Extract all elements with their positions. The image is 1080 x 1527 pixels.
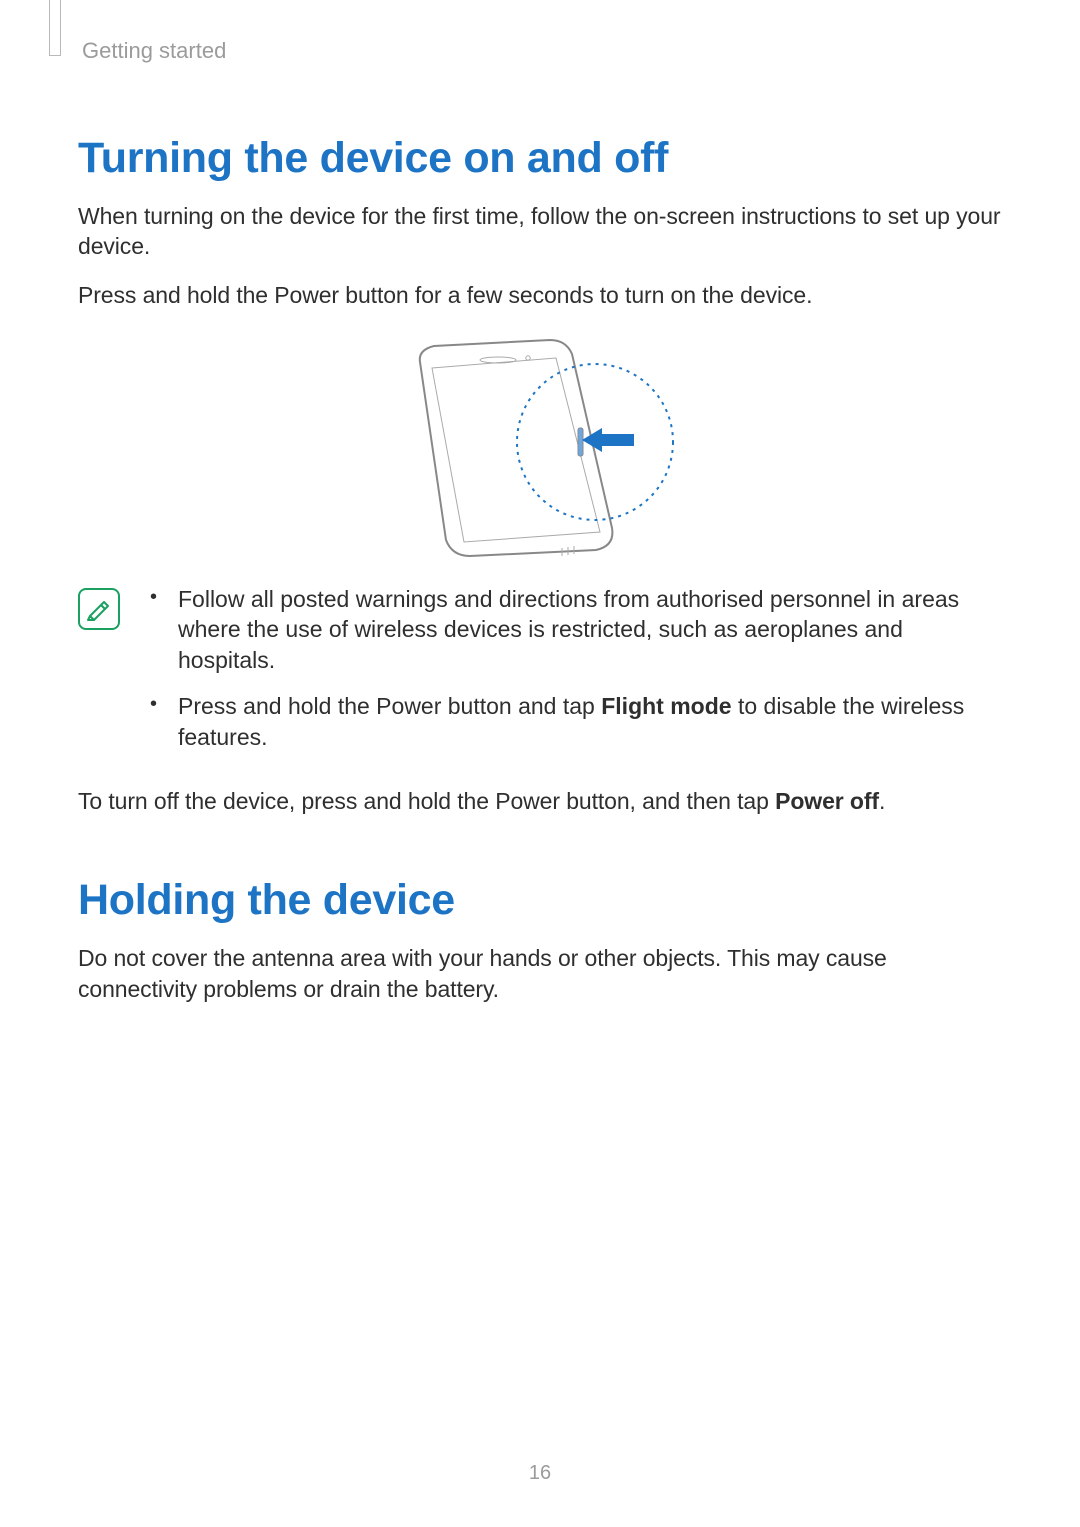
text-prefix: To turn off the device, press and hold t… [78, 788, 775, 814]
notice-list: Follow all posted warnings and direction… [138, 584, 1002, 768]
device-power-button-figure [78, 332, 1002, 562]
text-suffix: . [879, 788, 885, 814]
device-illustration [390, 332, 690, 562]
list-item: Follow all posted warnings and direction… [150, 584, 1002, 675]
manual-page: Getting started Turning the device on an… [0, 0, 1080, 1527]
body-paragraph: To turn off the device, press and hold t… [78, 786, 1002, 816]
notice-block: Follow all posted warnings and direction… [78, 584, 1002, 768]
page-tab-marker [49, 0, 61, 56]
note-icon [78, 588, 120, 630]
body-paragraph: Do not cover the antenna area with your … [78, 943, 1002, 1004]
text-bold: Power off [775, 788, 879, 814]
page-number: 16 [0, 1462, 1080, 1485]
notice-icon-wrap [78, 584, 138, 630]
body-paragraph: When turning on the device for the first… [78, 201, 1002, 262]
body-paragraph: Press and hold the Power button for a fe… [78, 280, 1002, 310]
list-item-text: Follow all posted warnings and direction… [178, 586, 959, 673]
breadcrumb: Getting started [82, 38, 1002, 64]
list-item-text-bold: Flight mode [601, 693, 731, 719]
list-item-text-prefix: Press and hold the Power button and tap [178, 693, 601, 719]
section-heading-holding-device: Holding the device [78, 876, 1002, 925]
section-heading-turning-on-off: Turning the device on and off [78, 134, 1002, 183]
list-item: Press and hold the Power button and tap … [150, 691, 1002, 752]
